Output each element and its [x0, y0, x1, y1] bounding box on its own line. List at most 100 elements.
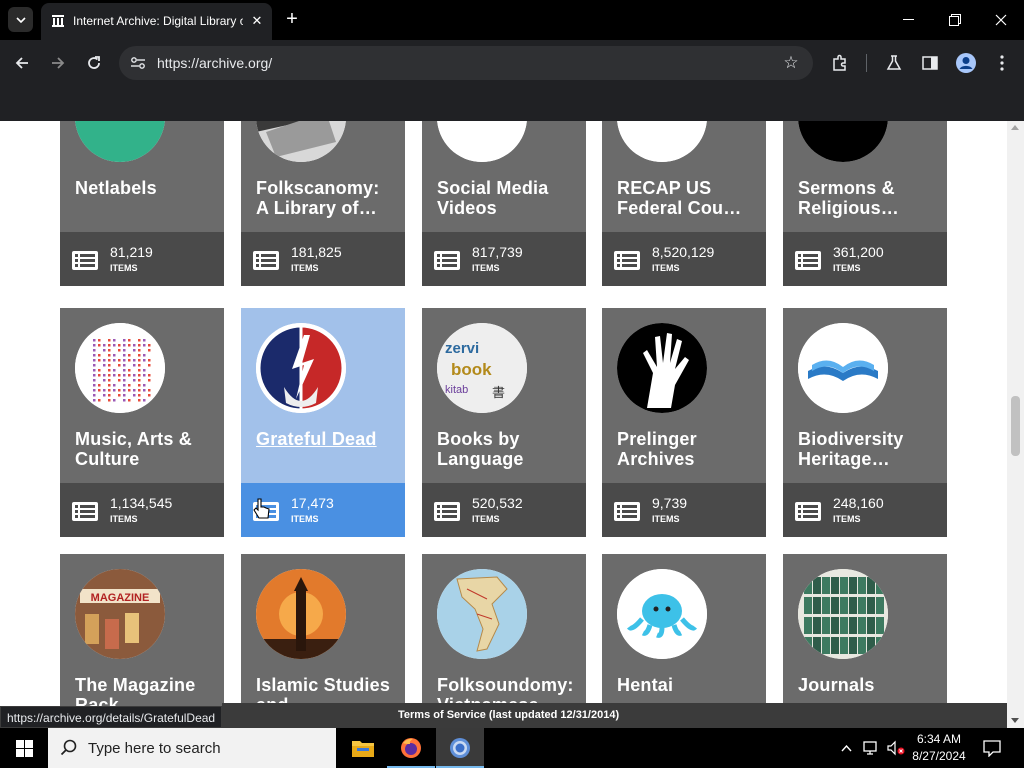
- windows-taskbar: Type here to search 6:34 AM 8/27/2024: [0, 728, 1024, 768]
- collection-card[interactable]: Grateful Dead 17,473 ITEMS: [241, 308, 405, 537]
- collection-card[interactable]: Prelinger Archives 9,739 ITEMS: [602, 308, 766, 537]
- restore-button[interactable]: [935, 6, 975, 34]
- collection-title[interactable]: Music, Arts & Culture: [75, 429, 215, 469]
- collection-title[interactable]: Netlabels: [75, 178, 215, 198]
- hand-cursor-icon: [253, 497, 271, 526]
- item-count: 17,473: [291, 495, 334, 511]
- music-arts-dots-image[interactable]: [75, 323, 165, 413]
- collection-card[interactable]: Music, Arts & Culture 1,134,545 ITEMS: [60, 308, 224, 537]
- islamic-minaret-image[interactable]: [256, 569, 346, 659]
- more-vertical-icon: [1000, 55, 1004, 71]
- journals-shelves-image[interactable]: [798, 569, 888, 659]
- volume-tray[interactable]: [885, 738, 907, 758]
- notifications-button[interactable]: [981, 738, 1003, 758]
- arrow-right-icon: [52, 57, 65, 69]
- url-text[interactable]: https://archive.org/: [157, 55, 272, 71]
- collection-card[interactable]: Biodiversity Heritage… 248,160 ITEMS: [783, 308, 947, 537]
- books-word-cloud-image[interactable]: zervi book kitab 書: [437, 323, 527, 413]
- prelinger-hand-image[interactable]: [617, 323, 707, 413]
- chrome-app[interactable]: [436, 728, 484, 768]
- collection-footer: 8,520,129 ITEMS: [602, 232, 766, 286]
- labs-button[interactable]: [882, 51, 906, 75]
- network-tray[interactable]: [861, 738, 881, 758]
- collection-title[interactable]: Hentai: [617, 675, 757, 695]
- restore-icon: [949, 14, 961, 26]
- recap-logo-image[interactable]: E LAW PR: [617, 121, 707, 162]
- arrow-left-icon: [15, 57, 28, 69]
- items-label: ITEMS: [652, 263, 680, 273]
- biodiversity-book-image[interactable]: [798, 323, 888, 413]
- collection-title[interactable]: Journals: [798, 675, 938, 695]
- vietnam-map-image[interactable]: [437, 569, 527, 659]
- social-media-logos-image[interactable]: in: [437, 121, 527, 162]
- collection-title[interactable]: RECAP US Federal Cou…: [617, 178, 757, 218]
- address-bar[interactable]: https://archive.org/ ☆: [119, 46, 813, 80]
- list-icon: [795, 502, 821, 521]
- items-label: ITEMS: [110, 514, 138, 524]
- item-count: 9,739: [652, 495, 688, 511]
- collection-title[interactable]: Folkscanomy: A Library of…: [256, 178, 396, 218]
- collection-card[interactable]: Folksoundomy: Vietnamese…: [422, 554, 586, 728]
- collection-title[interactable]: Sermons & Religious…: [798, 178, 938, 218]
- collection-card[interactable]: in Social Media Videos 817,739 ITEMS: [422, 121, 586, 286]
- collection-title[interactable]: Prelinger Archives: [617, 429, 757, 469]
- chevron-down-icon: [15, 16, 26, 23]
- search-icon: [60, 739, 77, 756]
- collection-title[interactable]: Biodiversity Heritage…: [798, 429, 938, 469]
- minimize-button[interactable]: [888, 6, 928, 34]
- profile-button[interactable]: [954, 51, 978, 75]
- tab-search-button[interactable]: [8, 7, 33, 32]
- show-hidden-icons[interactable]: [838, 738, 854, 758]
- browser-toolbar: https://archive.org/ ☆: [0, 40, 1024, 86]
- menu-button[interactable]: [990, 51, 1014, 75]
- magazine-photo-image[interactable]: MAGAZINE: [75, 569, 165, 659]
- collection-card[interactable]: Netlabels Netlabels 81,219 ITEMS: [60, 121, 224, 286]
- scroll-down-arrow-icon[interactable]: [1011, 718, 1019, 723]
- collection-title[interactable]: Social Media Videos: [437, 178, 577, 218]
- taskbar-clock[interactable]: 6:34 AM 8/27/2024: [905, 731, 973, 765]
- collection-card[interactable]: Folkscanomy: A Library of… 181,825 ITEMS: [241, 121, 405, 286]
- side-panel-icon: [922, 56, 938, 70]
- list-icon: [72, 502, 98, 521]
- list-icon: [614, 502, 640, 521]
- taskbar-search-box[interactable]: Type here to search: [48, 728, 336, 768]
- firefox-app[interactable]: [387, 728, 435, 768]
- page-scrollbar[interactable]: [1007, 121, 1024, 728]
- tab-close-icon[interactable]: ✕: [248, 12, 266, 30]
- collection-card[interactable]: Islamic Studies and…: [241, 554, 405, 728]
- search-placeholder: Type here to search: [88, 740, 221, 757]
- terms-of-service-link[interactable]: Terms of Service (last updated 12/31/201…: [398, 709, 619, 721]
- sermons-starburst-image[interactable]: [798, 121, 888, 162]
- collection-card[interactable]: Hentai: [602, 554, 766, 728]
- collection-card[interactable]: Sermons & Religious… 361,200 ITEMS: [783, 121, 947, 286]
- scroll-up-arrow-icon[interactable]: [1011, 125, 1019, 130]
- side-panel-button[interactable]: [918, 51, 942, 75]
- folkscanomy-photo-image[interactable]: [256, 121, 346, 162]
- puzzle-icon: [833, 54, 846, 71]
- close-window-button[interactable]: [981, 6, 1021, 34]
- netlabels-logo-image[interactable]: Netlabels: [75, 121, 165, 162]
- forward-button[interactable]: [45, 50, 71, 76]
- collection-card[interactable]: MAGAZINE The Magazine Rack: [60, 554, 224, 728]
- collection-card[interactable]: Journals: [783, 554, 947, 728]
- collection-title[interactable]: Grateful Dead: [256, 429, 396, 449]
- bookmark-star-icon[interactable]: ☆: [781, 53, 801, 73]
- reload-button[interactable]: [81, 50, 107, 76]
- start-button[interactable]: [0, 728, 48, 768]
- extensions-button[interactable]: [828, 51, 852, 75]
- new-tab-button[interactable]: +: [281, 8, 303, 30]
- grateful-dead-skull-image[interactable]: [256, 323, 346, 413]
- collection-title[interactable]: Books by Language: [437, 429, 577, 469]
- close-icon: [995, 14, 1007, 26]
- file-explorer-app[interactable]: [339, 728, 387, 768]
- scrollbar-thumb[interactable]: [1011, 396, 1020, 456]
- collection-footer: 81,219 ITEMS: [60, 232, 224, 286]
- site-settings-icon[interactable]: [129, 54, 147, 72]
- collection-footer: 181,825 ITEMS: [241, 232, 405, 286]
- collection-card[interactable]: E LAW PR RECAP US Federal Cou… 8,520,129 IT…: [602, 121, 766, 286]
- collection-footer: 817,739 ITEMS: [422, 232, 586, 286]
- browser-tab[interactable]: Internet Archive: Digital Library of Fre…: [41, 3, 272, 40]
- octopus-mascot-image[interactable]: [617, 569, 707, 659]
- collection-card[interactable]: zervi book kitab 書 Books by Language 520,532 I…: [422, 308, 586, 537]
- back-button[interactable]: [9, 50, 35, 76]
